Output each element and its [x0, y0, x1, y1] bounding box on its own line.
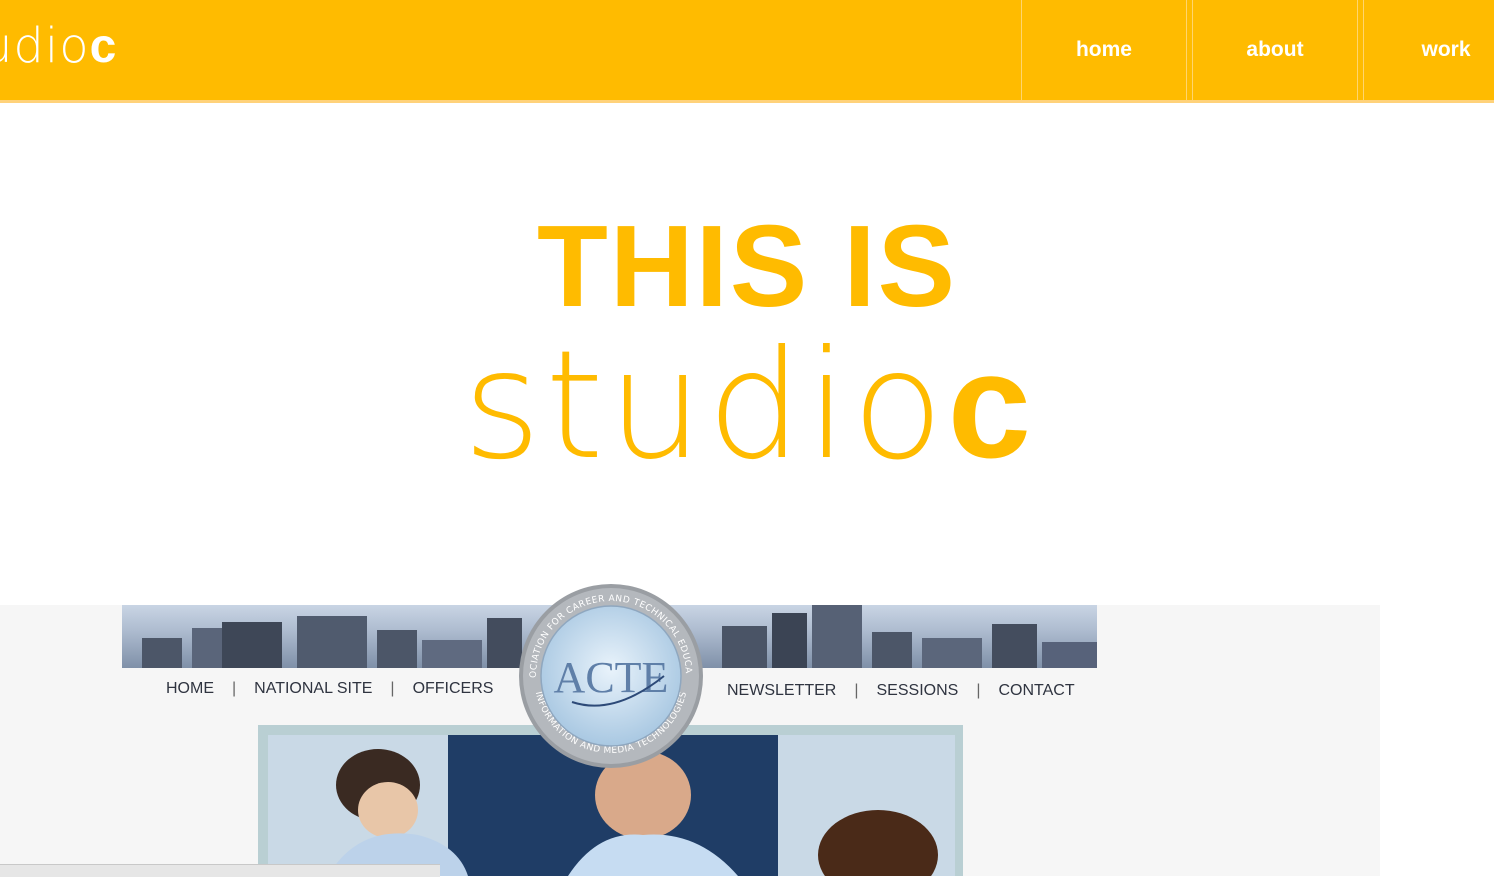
- hero-brand: studioc: [0, 330, 1494, 481]
- nav-home-label: home: [1075, 38, 1132, 61]
- acte-nav-national-site[interactable]: NATIONAL SITE: [254, 680, 372, 697]
- acte-nav-sessions[interactable]: SESSIONS: [877, 682, 959, 699]
- site-header: udioc home about work: [0, 0, 1494, 103]
- nav-separator: |: [854, 682, 859, 699]
- acte-nav-right: NEWSLETTER | SESSIONS | CONTACT: [727, 682, 1075, 700]
- hero-heading: THIS IS: [536, 201, 958, 331]
- acte-nav-newsletter[interactable]: NEWSLETTER: [727, 682, 836, 699]
- hero-brand-thin: studio: [462, 319, 948, 493]
- nav-separator: |: [232, 680, 237, 697]
- acte-nav-officers[interactable]: OFFICERS: [413, 680, 494, 697]
- site-logo[interactable]: udioc: [0, 18, 117, 74]
- nav-about[interactable]: about: [1192, 0, 1358, 100]
- acte-seal-logo[interactable]: ASSOCIATION FOR CAREER AND TECHNICAL EDU…: [514, 584, 708, 768]
- hero-brand-bold: c: [947, 321, 1032, 489]
- nav-work-label: work: [1421, 38, 1471, 61]
- seal-acte-text: ACTE: [554, 653, 669, 702]
- nav-separator: |: [390, 680, 395, 697]
- nav-work[interactable]: work: [1363, 0, 1494, 100]
- logo-thin-text: udio: [0, 18, 90, 74]
- horizontal-scrollbar[interactable]: [0, 864, 440, 877]
- logo-bold-text: c: [89, 20, 118, 73]
- nav-separator: |: [976, 682, 981, 699]
- nav-home[interactable]: home: [1021, 0, 1187, 100]
- acte-nav-contact[interactable]: CONTACT: [998, 682, 1074, 699]
- nav-about-label: about: [1246, 38, 1304, 61]
- acte-nav-left: HOME | NATIONAL SITE | OFFICERS: [166, 680, 493, 698]
- acte-nav-home[interactable]: HOME: [166, 680, 214, 697]
